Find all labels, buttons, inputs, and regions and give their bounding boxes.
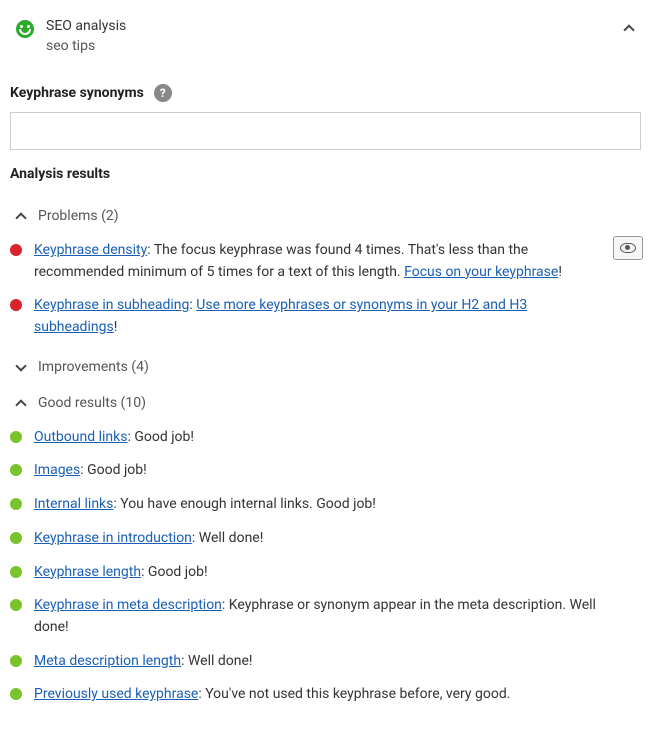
green-bullet-icon (10, 688, 22, 700)
result-link[interactable]: Internal links (34, 496, 113, 512)
chevron-down-icon (15, 360, 26, 371)
synonyms-label-text: Keyphrase synonyms (10, 85, 144, 101)
result-row: Internal links: You have enough internal… (10, 488, 643, 522)
result-text: Outbound links: Good job! (34, 427, 643, 449)
result-text: Keyphrase in meta description: Keyphrase… (34, 595, 643, 638)
result-row: Keyphrase density: The focus keyphrase w… (10, 234, 643, 289)
green-bullet-icon (10, 599, 22, 611)
green-bullet-icon (10, 532, 22, 544)
result-row: Previously used keyphrase: You've not us… (10, 678, 643, 712)
red-bullet-icon (10, 244, 22, 256)
chevron-up-icon (15, 399, 26, 410)
result-text: Internal links: You have enough internal… (34, 494, 643, 516)
result-link[interactable]: Keyphrase density (34, 242, 147, 258)
keyphrase-synonyms-label: Keyphrase synonyms ? (10, 84, 643, 102)
keyphrase-synonyms-input[interactable] (10, 112, 641, 150)
highlight-toggle-button[interactable] (613, 236, 643, 260)
green-bullet-icon (10, 431, 22, 443)
green-bullet-icon (10, 464, 22, 476)
help-icon[interactable]: ? (154, 84, 172, 102)
green-bullet-icon (10, 566, 22, 578)
result-text: Keyphrase density: The focus keyphrase w… (34, 240, 643, 283)
red-bullet-icon (10, 299, 22, 311)
focus-keyphrase: seo tips (46, 38, 625, 54)
result-action-link[interactable]: Focus on your keyphrase (404, 264, 558, 280)
result-text: Keyphrase in subheading: Use more keyphr… (34, 295, 643, 338)
chevron-up-icon (623, 24, 634, 35)
result-link[interactable]: Images (34, 462, 80, 478)
eye-icon (620, 243, 636, 253)
result-link[interactable]: Previously used keyphrase (34, 686, 198, 702)
result-link[interactable]: Keyphrase in subheading (34, 297, 189, 313)
result-row: Outbound links: Good job! (10, 421, 643, 455)
result-text: Keyphrase length: Good job! (34, 562, 643, 584)
result-text: Previously used keyphrase: You've not us… (34, 684, 643, 706)
analysis-results-label: Analysis results (10, 166, 643, 182)
problems-group-label: Problems (2) (38, 208, 119, 224)
green-bullet-icon (10, 498, 22, 510)
result-text: Meta description length: Well done! (34, 651, 643, 673)
result-row: Keyphrase in introduction: Well done! (10, 522, 643, 556)
result-link[interactable]: Keyphrase length (34, 564, 141, 580)
improvements-group-label: Improvements (4) (38, 359, 149, 375)
panel-title: SEO analysis (46, 18, 625, 34)
result-text: Images: Good job! (34, 460, 643, 482)
improvements-group-toggle[interactable]: Improvements (4) (10, 349, 643, 385)
problems-group-toggle[interactable]: Problems (2) (10, 198, 643, 234)
collapse-toggle[interactable] (625, 22, 633, 38)
result-link[interactable]: Keyphrase in introduction (34, 530, 192, 546)
result-row: Images: Good job! (10, 454, 643, 488)
result-row: Keyphrase in meta description: Keyphrase… (10, 589, 643, 644)
result-link[interactable]: Keyphrase in meta description (34, 597, 222, 613)
good-results-group-toggle[interactable]: Good results (10) (10, 385, 643, 421)
good-results-group-label: Good results (10) (38, 395, 146, 411)
green-bullet-icon (10, 655, 22, 667)
result-row: Keyphrase length: Good job! (10, 556, 643, 590)
result-text: Keyphrase in introduction: Well done! (34, 528, 643, 550)
result-link[interactable]: Outbound links (34, 429, 127, 445)
chevron-up-icon (15, 212, 26, 223)
smiley-icon (16, 20, 34, 38)
result-link[interactable]: Meta description length (34, 653, 181, 669)
seo-analysis-header[interactable]: SEO analysis seo tips (10, 10, 643, 68)
result-row: Meta description length: Well done! (10, 645, 643, 679)
result-row: Keyphrase in subheading: Use more keyphr… (10, 289, 643, 344)
